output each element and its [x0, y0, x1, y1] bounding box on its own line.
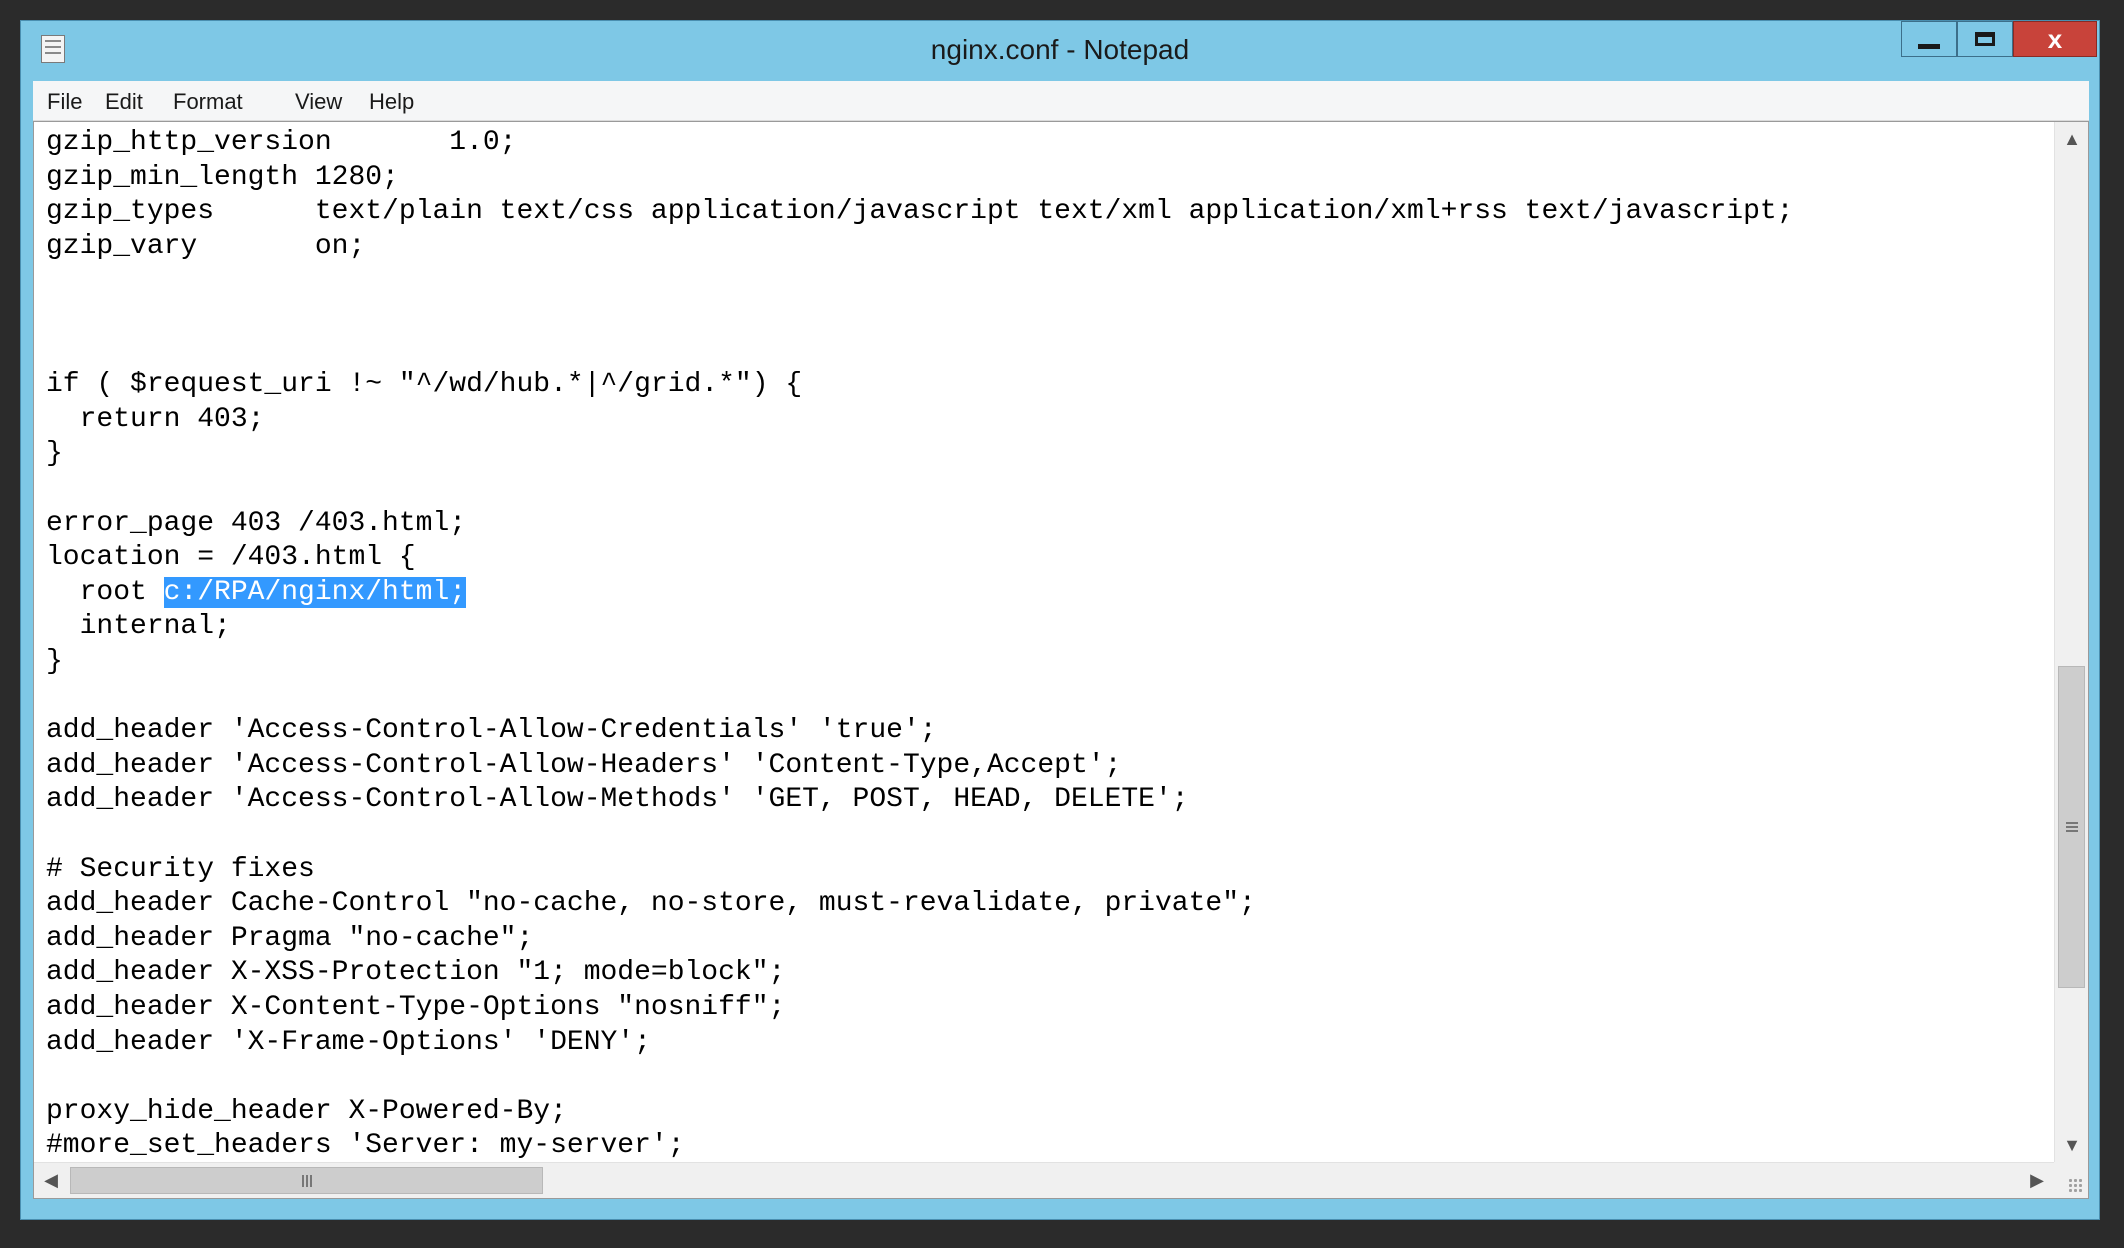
scroll-down-arrow-icon[interactable]: ▼	[2055, 1128, 2088, 1162]
code-line: add_header Pragma "no-cache";	[46, 922, 534, 954]
minimize-button[interactable]	[1901, 21, 1957, 57]
code-line: if ( $request_uri !~ "^/wd/hub.*|^/grid.…	[46, 369, 803, 401]
maximize-icon	[1975, 32, 1995, 46]
code-line: add_header 'X-Frame-Options' 'DENY';	[46, 1026, 651, 1058]
scroll-left-arrow-icon[interactable]: ◀	[34, 1163, 68, 1197]
grip-icon	[2065, 826, 2078, 828]
code-line: add_header Cache-Control "no-cache, no-s…	[46, 888, 1256, 920]
menu-help[interactable]: Help	[369, 89, 414, 115]
text-editor[interactable]: gzip_http_version 1.0; gzip_min_length 12…	[33, 121, 2089, 1199]
horizontal-scrollbar[interactable]: ◀ ▶	[34, 1162, 2054, 1198]
title-bar[interactable]: nginx.conf - Notepad x	[21, 21, 2099, 79]
code-line: error_page 403 /403.html;	[46, 507, 467, 539]
scroll-right-arrow-icon[interactable]: ▶	[2020, 1163, 2054, 1197]
text-area[interactable]: gzip_http_version 1.0; gzip_min_length 12…	[34, 122, 2054, 1162]
code-line: gzip_vary on;	[46, 230, 366, 262]
code-line: add_header 'Access-Control-Allow-Methods…	[46, 784, 1189, 816]
resize-grip-icon[interactable]	[2054, 1162, 2088, 1198]
code-line: add_header 'Access-Control-Allow-Headers…	[46, 749, 1122, 781]
code-line: gzip_types text/plain text/css applicati…	[46, 196, 1794, 228]
menu-edit[interactable]: Edit	[105, 89, 143, 115]
menu-view[interactable]: View	[295, 89, 342, 115]
horizontal-scroll-thumb[interactable]	[70, 1167, 543, 1194]
code-line: gzip_min_length 1280;	[46, 161, 399, 193]
notepad-window: nginx.conf - Notepad x File Edit Format …	[20, 20, 2100, 1220]
code-line: }	[46, 646, 63, 677]
code-line: add_header X-XSS-Protection "1; mode=blo…	[46, 957, 786, 989]
maximize-button[interactable]	[1957, 21, 2013, 57]
code-line: internal;	[46, 611, 231, 643]
code-line: #more_set_headers 'Server: my-server';	[46, 1130, 685, 1162]
window-title: nginx.conf - Notepad	[930, 34, 1190, 65]
minimize-icon	[1918, 43, 1940, 49]
close-button[interactable]: x	[2013, 21, 2097, 57]
menu-file[interactable]: File	[47, 89, 82, 115]
selected-text[interactable]: c:/RPA/nginx/html;	[163, 576, 467, 608]
close-icon: x	[2047, 24, 2063, 54]
code-line: add_header X-Content-Type-Options "nosni…	[46, 992, 786, 1023]
code-line: }	[46, 438, 63, 470]
code-line: return 403;	[46, 403, 265, 435]
vertical-scrollbar[interactable]: ▲ ▼	[2054, 122, 2088, 1162]
menu-format[interactable]: Format	[173, 89, 243, 115]
grip-icon	[305, 1174, 308, 1187]
scroll-up-arrow-icon[interactable]: ▲	[2055, 122, 2088, 156]
code-line: location = /403.html {	[46, 542, 416, 574]
code-line: proxy_hide_header X-Powered-By;	[46, 1095, 567, 1127]
code-line: root c:/RPA/nginx/html;	[46, 576, 467, 608]
menu-bar: File Edit Format View Help	[33, 81, 2089, 121]
code-line: add_header 'Access-Control-Allow-Credent…	[46, 715, 937, 747]
code-line: # Security fixes	[46, 853, 315, 885]
vertical-scroll-thumb[interactable]	[2058, 666, 2085, 988]
code-line: gzip_http_version 1.0;	[46, 127, 517, 158]
